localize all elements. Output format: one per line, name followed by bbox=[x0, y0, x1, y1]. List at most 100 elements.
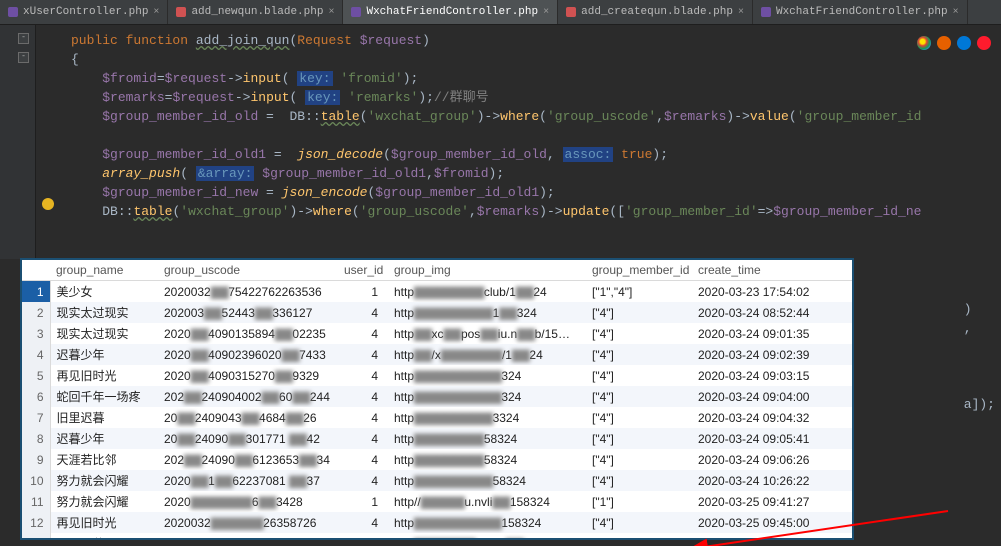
cell-create-time: 2020-03-24 09:04:32 bbox=[692, 407, 852, 428]
cell-group-name: 再见旧时光 bbox=[50, 512, 158, 533]
cell-create-time: 2020-03-24 09:03:15 bbox=[692, 365, 852, 386]
row-index: 12 bbox=[22, 512, 50, 533]
cell-create-time: 2020-03-24 09:06:26 bbox=[692, 449, 852, 470]
code-editor[interactable]: - - public function add_join_qun(Request… bbox=[0, 25, 1001, 259]
table-row[interactable]: 6蛇回千年一场疼202▇▇240904002▇▇60▇▇2444http▇▇▇▇… bbox=[22, 386, 852, 407]
tab-4[interactable]: WxchatFriendController.php× bbox=[753, 0, 968, 24]
table-row[interactable]: 1美少女2020032▇▇754227622635361http▇▇▇▇▇▇▇▇… bbox=[22, 281, 852, 303]
table-header: group_namegroup_uscodeuser_idgroup_imggr… bbox=[22, 260, 852, 281]
cell-group-img: http▇▇▇▇▇▇▇▇▇▇324 bbox=[388, 365, 586, 386]
row-index: 11 bbox=[22, 491, 50, 512]
cell-user-id: 1 bbox=[338, 281, 388, 303]
php-icon bbox=[761, 7, 771, 17]
cell-group-img: http▇▇▇▇▇▇▇▇58324 bbox=[388, 428, 586, 449]
blade-icon bbox=[176, 7, 186, 17]
col-group_name[interactable]: group_name bbox=[50, 260, 158, 281]
col-group_img[interactable]: group_img bbox=[388, 260, 586, 281]
cell-user-id: 4 bbox=[338, 449, 388, 470]
table-row[interactable]: 11努力就会闪耀2020▇▇▇▇▇▇▇6▇▇34281http//▇▇▇▇▇u.… bbox=[22, 491, 852, 512]
cell-group-uscode: 20▇▇24090▇▇301771 ▇▇42 bbox=[158, 428, 338, 449]
chrome-icon[interactable] bbox=[917, 36, 931, 50]
row-index: 6 bbox=[22, 386, 50, 407]
blade-icon bbox=[566, 7, 576, 17]
cell-user-id: 1 bbox=[338, 533, 388, 540]
row-index: 2 bbox=[22, 302, 50, 323]
editor-tabs: xUserController.php× add_newqun.blade.ph… bbox=[0, 0, 1001, 25]
table-row[interactable]: 5再见旧时光2020▇▇4090315270▇▇93294http▇▇▇▇▇▇▇… bbox=[22, 365, 852, 386]
col-create_time[interactable]: create_time bbox=[692, 260, 852, 281]
fold-icon[interactable]: - bbox=[18, 52, 29, 63]
cell-group-img: http▇▇▇▇▇▇▇▇club/1▇▇24 bbox=[388, 281, 586, 303]
close-icon[interactable]: × bbox=[328, 7, 334, 18]
tab-1[interactable]: add_newqun.blade.php× bbox=[168, 0, 343, 24]
cell-group-img: http▇▇/x▇▇▇▇▇▇▇/1▇▇24 bbox=[388, 344, 586, 365]
lightbulb-icon[interactable] bbox=[42, 198, 54, 210]
table-row[interactable]: 3现实太过现实2020▇▇4090135894▇▇022354http▇▇xc▇… bbox=[22, 323, 852, 344]
cell-group-uscode: 2020▇▇40902396020▇▇7433 bbox=[158, 344, 338, 365]
cell-group-uscode: 202003▇▇52443▇▇336127 bbox=[158, 302, 338, 323]
table-row[interactable]: 2现实太过现实202003▇▇52443▇▇3361274http▇▇▇▇▇▇▇… bbox=[22, 302, 852, 323]
cell-user-id: 4 bbox=[338, 302, 388, 323]
row-index: 1 bbox=[22, 281, 50, 303]
cell-group-uscode: 2020▇▇1▇▇62237081 ▇▇37 bbox=[158, 470, 338, 491]
table-row[interactable]: 4迟暮少年2020▇▇40902396020▇▇74334http▇▇/x▇▇▇… bbox=[22, 344, 852, 365]
close-icon[interactable]: × bbox=[153, 7, 159, 18]
table-row[interactable]: 8迟暮少年20▇▇24090▇▇301771 ▇▇424http▇▇▇▇▇▇▇▇… bbox=[22, 428, 852, 449]
cell-group-uscode: 2020▇▇4090135894▇▇02235 bbox=[158, 323, 338, 344]
close-icon[interactable]: × bbox=[738, 7, 744, 18]
table-row[interactable]: 12再见旧时光2020032▇▇▇▇▇▇263587264http▇▇▇▇▇▇▇… bbox=[22, 512, 852, 533]
cell-create-time: 2020-03-24 09:05:41 bbox=[692, 428, 852, 449]
cell-group-img: http▇▇▇▇▇▇▇▇▇1▇▇324 bbox=[388, 302, 586, 323]
cell-user-id: 4 bbox=[338, 428, 388, 449]
row-index: 10 bbox=[22, 470, 50, 491]
cell-group-member-id: ["4"] bbox=[586, 512, 692, 533]
tab-2[interactable]: WxchatFriendController.php× bbox=[343, 0, 558, 24]
cell-create-time: 2020-03-23 17:54:02 bbox=[692, 281, 852, 303]
tab-0[interactable]: xUserController.php× bbox=[0, 0, 168, 24]
cell-create-time: 2020-03-25 09:45:00 bbox=[692, 512, 852, 533]
table-row[interactable]: 10努力就会闪耀2020▇▇1▇▇62237081 ▇▇374http▇▇▇▇▇… bbox=[22, 470, 852, 491]
cell-group-member-id: ["4"] bbox=[586, 323, 692, 344]
cell-group-name: 再见旧时光 bbox=[50, 365, 158, 386]
cell-group-name: 旧里迟暮 bbox=[50, 533, 158, 540]
cell-group-img: http▇▇▇▇▇▇▇▇58324 bbox=[388, 449, 586, 470]
close-icon[interactable]: × bbox=[953, 7, 959, 18]
cell-group-uscode: 2020▇▇4090315270▇▇9329 bbox=[158, 365, 338, 386]
php-icon bbox=[351, 7, 361, 17]
code-area[interactable]: public function add_join_qun(Request $re… bbox=[36, 25, 921, 259]
cell-group-name: 蛇回千年一场疼 bbox=[50, 386, 158, 407]
firefox-icon[interactable] bbox=[937, 36, 951, 50]
cell-user-id: 1 bbox=[338, 491, 388, 512]
result-table[interactable]: group_namegroup_uscodeuser_idgroup_imggr… bbox=[22, 260, 852, 540]
fold-icon[interactable]: - bbox=[18, 33, 29, 44]
ie-icon[interactable] bbox=[957, 36, 971, 50]
tab-3[interactable]: add_createqun.blade.php× bbox=[558, 0, 753, 24]
cell-group-uscode: 2020032510030557728553042 bbox=[158, 533, 338, 540]
cell-user-id: 4 bbox=[338, 344, 388, 365]
table-row[interactable]: 13旧里迟暮20200325100305577285530421http▇▇▇▇… bbox=[22, 533, 852, 540]
cell-group-name: 迟暮少年 bbox=[50, 428, 158, 449]
cell-group-member-id: ["4"] bbox=[586, 428, 692, 449]
col-group_member_id[interactable]: group_member_id bbox=[586, 260, 692, 281]
row-index: 7 bbox=[22, 407, 50, 428]
table-row[interactable]: 9天涯若比邻202▇▇24090▇▇6123653▇▇344http▇▇▇▇▇▇… bbox=[22, 449, 852, 470]
cell-group-member-id: ["4"] bbox=[586, 386, 692, 407]
cell-group-img: http▇▇xc▇▇pos▇▇iu.n▇▇b/15▇▇324 bbox=[388, 323, 586, 344]
cell-group-name: 迟暮少年 bbox=[50, 344, 158, 365]
cell-group-member-id: ["1"] bbox=[586, 533, 692, 540]
gutter: - - bbox=[0, 25, 36, 259]
cell-group-uscode: 202▇▇24090▇▇6123653▇▇34 bbox=[158, 449, 338, 470]
col-user_id[interactable]: user_id bbox=[338, 260, 388, 281]
cell-create-time: 2020-03-24 09:01:35 bbox=[692, 323, 852, 344]
opera-icon[interactable] bbox=[977, 36, 991, 50]
table-row[interactable]: 7旧里迟暮20▇▇2409043▇▇4684▇▇264http▇▇▇▇▇▇▇▇▇… bbox=[22, 407, 852, 428]
col-index[interactable] bbox=[22, 260, 50, 281]
cell-group-img: http▇▇▇▇▇▇▇▇▇▇324 bbox=[388, 386, 586, 407]
cell-group-name: 现实太过现实 bbox=[50, 302, 158, 323]
cell-group-name: 旧里迟暮 bbox=[50, 407, 158, 428]
cell-user-id: 4 bbox=[338, 512, 388, 533]
row-index: 9 bbox=[22, 449, 50, 470]
cell-group-uscode: 2020▇▇▇▇▇▇▇6▇▇3428 bbox=[158, 491, 338, 512]
close-icon[interactable]: × bbox=[543, 7, 549, 18]
col-group_uscode[interactable]: group_uscode bbox=[158, 260, 338, 281]
